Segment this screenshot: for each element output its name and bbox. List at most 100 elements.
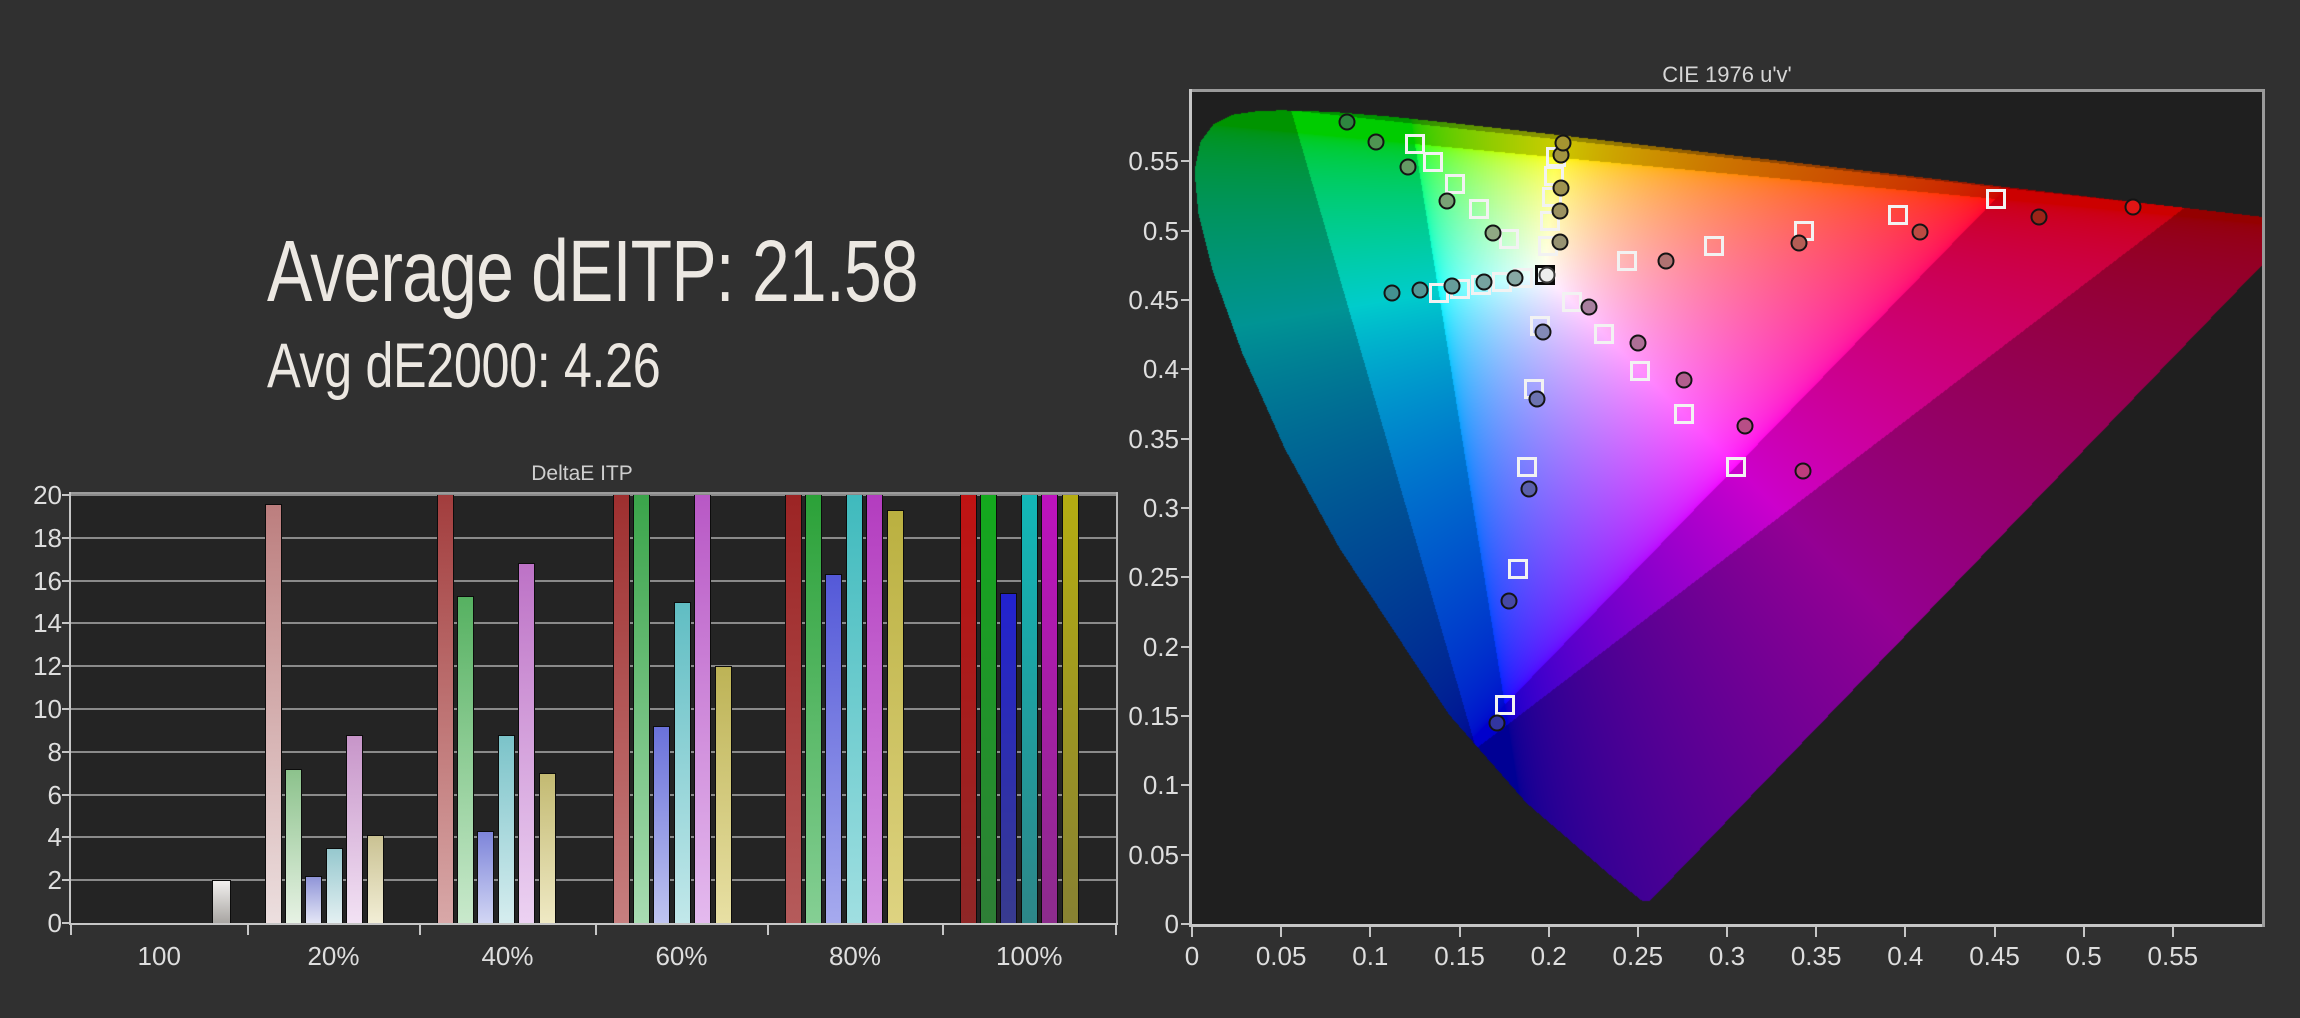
cie-ytick-label: 0.2 <box>1142 631 1179 662</box>
cie-plot-border-right <box>2262 89 2265 927</box>
bar-category-label: 80% <box>828 941 882 971</box>
target-square-magenta-40 <box>1593 323 1614 344</box>
bar-ytick <box>62 622 69 625</box>
bar-yellow-60pct <box>714 666 732 923</box>
cie-xtick <box>1815 927 1818 937</box>
cie-ytick-label: 0.05 <box>1128 839 1179 870</box>
target-square-green-100 <box>1404 134 1425 154</box>
cie-xtick-label: 0.2 <box>1530 941 1567 971</box>
cie-xtick <box>1547 927 1550 937</box>
bar-magenta-60pct <box>694 495 712 923</box>
bar-category-label: 100% <box>996 941 1063 971</box>
measured-circle-yellow-100 <box>1554 134 1572 152</box>
measured-circle-magenta-80 <box>1736 417 1754 435</box>
bar-magenta-100pct <box>1041 495 1059 923</box>
cie-xtick-label: 0.5 <box>2065 941 2102 971</box>
cie-xtick-label: 0.55 <box>2147 941 2199 971</box>
bar-cyan-40pct <box>497 734 515 923</box>
target-square-magenta-100 <box>1725 456 1746 477</box>
cie-xtick <box>1369 927 1372 937</box>
target-square-red-20 <box>1617 250 1638 271</box>
cie-ytick-label: 0.3 <box>1142 493 1179 523</box>
bar-ytick-label: 14 <box>33 608 62 639</box>
bar-green-80pct <box>804 495 822 923</box>
bar-ytick <box>62 793 69 796</box>
bar-cyan-80pct <box>845 495 863 923</box>
bar-ytick-label: 16 <box>33 565 62 596</box>
measured-circle-yellow-60 <box>1552 179 1570 197</box>
cie-ytick-label: 0.15 <box>1128 701 1179 731</box>
bar-ytick <box>62 922 69 924</box>
cie-ytick <box>1181 645 1189 648</box>
measured-circle-red-100 <box>2124 198 2142 216</box>
bar-ytick-label: 20 <box>33 480 62 510</box>
measured-circle-magenta-60 <box>1675 371 1693 389</box>
measured-circle-red-60 <box>1911 223 1929 241</box>
cie-ytick-label: 0.45 <box>1128 285 1179 315</box>
bar-category-label: 20% <box>307 941 360 971</box>
cie-xtick <box>1726 927 1728 937</box>
bar-ytick-label: 4 <box>47 822 62 853</box>
cie-ytick <box>1181 576 1189 579</box>
target-square-green-20 <box>1499 228 1520 249</box>
measured-circle-red-40 <box>1790 234 1808 252</box>
bar-magenta-80pct <box>866 495 884 923</box>
bar-xtick <box>594 925 597 935</box>
target-square-magenta-20 <box>1562 292 1583 313</box>
target-square-magenta-80 <box>1673 404 1694 425</box>
target-square-red-40 <box>1703 236 1724 257</box>
average-deitp-value: Average dEITP: 21.58 <box>267 223 919 320</box>
bar-ytick <box>62 708 69 710</box>
bar-ytick <box>62 750 69 753</box>
measured-circle-blue-20 <box>1534 323 1552 341</box>
measured-circle-red-80 <box>2030 208 2048 226</box>
target-square-blue-80 <box>1507 558 1528 579</box>
measured-circle-green-40 <box>1438 192 1456 210</box>
measured-circle-cyan-20 <box>1506 269 1524 287</box>
bar-ytick <box>62 536 69 539</box>
cie-xtick <box>1191 927 1193 937</box>
cie-xtick-label: 0.45 <box>1969 941 2020 971</box>
target-square-green-40 <box>1469 198 1490 219</box>
bar-ytick-label: 2 <box>47 865 62 896</box>
cie-plot-border-top <box>1189 89 2265 92</box>
calman-color-report: { "page": {"background": "#303030"}, "su… <box>0 0 2300 1018</box>
bar-ytick-label: 0 <box>47 908 62 938</box>
measured-circle-magenta-100 <box>1794 462 1812 480</box>
bar-xtick <box>941 925 944 935</box>
cie-ytick <box>1181 299 1189 301</box>
deltae-itp-bar-chart: 0 2 4 6 8 10 12 14 16 18 20 100 20% 40% 60% 80% 100% <box>33 480 1118 971</box>
white-point-measured-circle <box>1538 266 1556 284</box>
bar-cyan-60pct <box>673 602 691 923</box>
bar-green-40pct <box>456 595 474 923</box>
measured-circle-blue-40 <box>1528 390 1546 408</box>
bar-ytick <box>62 665 69 668</box>
bar-ytick-label: 12 <box>33 651 62 682</box>
measured-circle-green-60 <box>1399 158 1417 176</box>
bar-category-label: 40% <box>481 941 534 971</box>
bar-yellow-100pct <box>1061 495 1079 923</box>
bar-yellow-40pct <box>538 773 556 923</box>
cie-ytick <box>1181 923 1189 925</box>
cie-xtick <box>1993 927 1996 937</box>
bar-red-100pct <box>959 495 977 923</box>
bar-blue-40pct <box>477 830 495 923</box>
cie-xtick <box>1280 927 1283 937</box>
cie-xtick-label: 0 <box>1184 941 1200 971</box>
bar-yellow-20pct <box>366 835 384 923</box>
cie-ytick-label: 0.55 <box>1128 146 1179 177</box>
bar-green-100pct <box>979 495 997 923</box>
cie-ytick-label: 0.25 <box>1128 562 1179 593</box>
cie-xtick-label: 0.35 <box>1790 941 1842 971</box>
bar-ytick <box>62 836 69 839</box>
measured-circle-magenta-20 <box>1580 298 1598 316</box>
cie-ytick-label: 0.5 <box>1142 215 1179 246</box>
cie-ytick <box>1181 507 1189 509</box>
cie-ytick <box>1181 784 1189 787</box>
target-square-blue-60 <box>1516 457 1537 478</box>
target-square-green-80 <box>1423 152 1444 173</box>
measured-circle-yellow-40 <box>1551 202 1569 220</box>
measured-circle-magenta-40 <box>1629 334 1647 352</box>
bar-ytick <box>62 879 69 882</box>
cie-ytick <box>1181 715 1189 717</box>
